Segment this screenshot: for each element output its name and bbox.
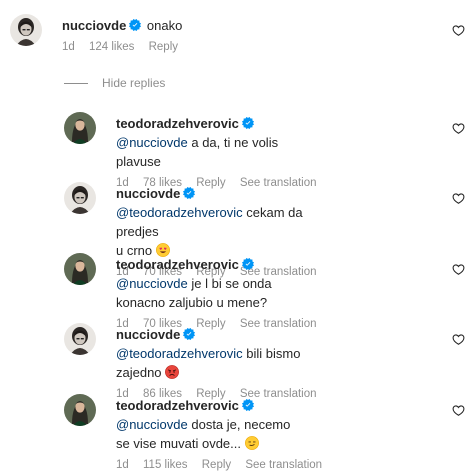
comment-text-continued: plavuse xyxy=(116,154,161,169)
like-heart-icon[interactable] xyxy=(452,24,465,37)
username[interactable]: nucciovde xyxy=(116,327,180,342)
like-heart-icon[interactable] xyxy=(452,192,465,205)
comment-text: a da, ti ne volis xyxy=(187,135,279,150)
reply-button[interactable]: Reply xyxy=(149,41,178,53)
mention-link[interactable]: @teodoradzehverovic xyxy=(116,205,243,220)
comment-age: 1d xyxy=(62,41,75,53)
comment-text-line: nucciovde onako xyxy=(62,16,262,35)
verified-badge-icon xyxy=(183,187,195,199)
comment-text: je l bi se onda xyxy=(187,276,272,291)
comment-text: onako xyxy=(146,18,183,33)
comment-text-line: nucciovde @teodoradzehverovic cekam da p… xyxy=(116,184,326,260)
hide-replies-button[interactable]: Hide replies xyxy=(64,76,165,90)
username[interactable]: teodoradzehverovic xyxy=(116,116,239,131)
comment-text-continued: se vise muvati ovde... xyxy=(116,436,241,451)
like-heart-icon[interactable] xyxy=(452,263,465,276)
username[interactable]: nucciovde xyxy=(116,186,180,201)
avatar[interactable] xyxy=(64,253,96,285)
comment-text-line: teodoradzehverovic @nucciovde dosta je, … xyxy=(116,396,326,453)
avatar[interactable] xyxy=(64,323,96,355)
username[interactable]: nucciovde xyxy=(62,18,126,33)
hide-replies-label: Hide replies xyxy=(102,76,166,90)
mention-link[interactable]: @nucciovde xyxy=(116,417,188,432)
like-heart-icon[interactable] xyxy=(452,333,465,346)
mention-link[interactable]: @teodoradzehverovic xyxy=(116,346,243,361)
verified-badge-icon xyxy=(242,399,254,411)
comment-text-continued: konacno zaljubio u mene? xyxy=(116,295,268,310)
mention-link[interactable]: @nucciovde xyxy=(116,135,188,150)
verified-badge-icon xyxy=(183,328,195,340)
like-heart-icon[interactable] xyxy=(452,404,465,417)
comment-text-line: teodoradzehverovic @nucciovde je l bi se… xyxy=(116,255,326,312)
username[interactable]: teodoradzehverovic xyxy=(116,398,239,413)
comment-text-line: teodoradzehverovic @nucciovde a da, ti n… xyxy=(116,114,306,171)
verified-badge-icon xyxy=(242,258,254,270)
comment-text-line: nucciovde @teodoradzehverovic bili bismo… xyxy=(116,325,326,382)
verified-badge-icon xyxy=(242,117,254,129)
verified-badge-icon xyxy=(129,19,141,31)
comment-text: dosta je, necemo xyxy=(187,417,291,432)
angry-face-emoji-icon xyxy=(165,365,179,379)
avatar[interactable] xyxy=(64,394,96,426)
comment-meta: 1d 124 likes Reply xyxy=(62,41,262,53)
avatar[interactable] xyxy=(10,14,42,46)
avatar[interactable] xyxy=(64,182,96,214)
mention-link[interactable]: @nucciovde xyxy=(116,276,188,291)
smirking-face-emoji-icon xyxy=(245,436,259,450)
avatar[interactable] xyxy=(64,112,96,144)
likes-count[interactable]: 124 likes xyxy=(89,41,134,53)
like-heart-icon[interactable] xyxy=(452,122,465,135)
username[interactable]: teodoradzehverovic xyxy=(116,257,239,272)
divider xyxy=(64,82,88,84)
